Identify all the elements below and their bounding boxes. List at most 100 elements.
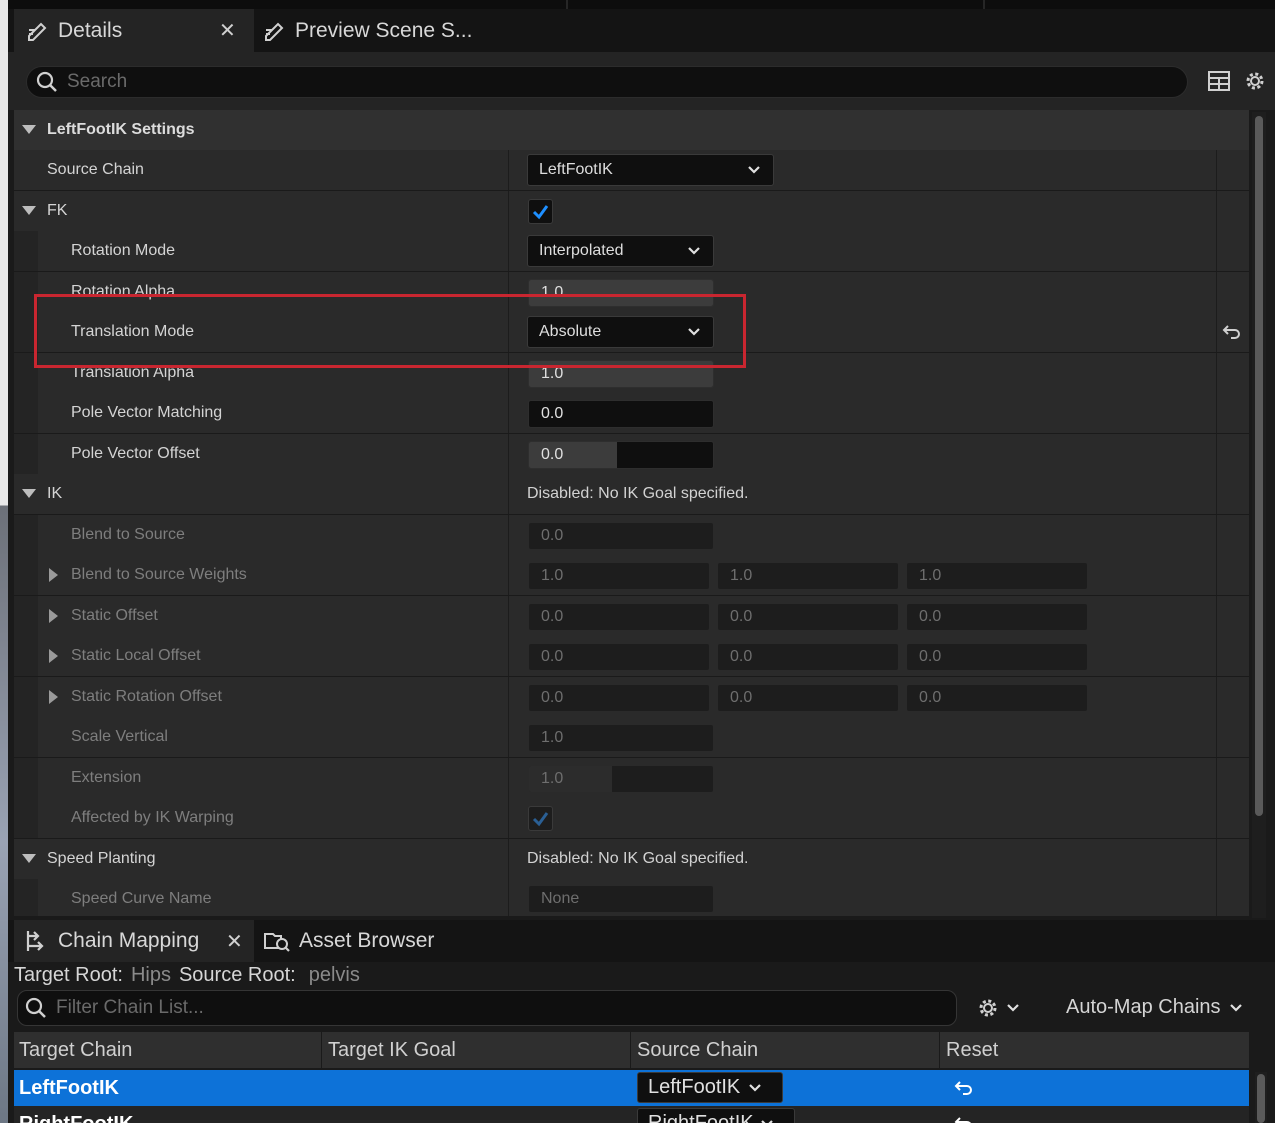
static-local-offset-x-value: 0.0 (541, 648, 564, 665)
static-local-offset-label: Static Local Offset (71, 647, 201, 664)
reset-icon[interactable] (954, 1078, 974, 1098)
static-rotation-offset-z-field[interactable]: 0.0 (906, 684, 1088, 712)
blend-weights-x-field[interactable]: 1.0 (528, 562, 710, 590)
details-search-row: Search (8, 52, 1275, 110)
row-fk[interactable]: FK (14, 191, 1249, 232)
source-chain-combo[interactable]: LeftFootIK (527, 154, 774, 186)
close-icon[interactable]: ✕ (226, 929, 243, 954)
row-rotation-mode: Rotation Mode Interpolated (14, 231, 1249, 272)
tab-preview-scene[interactable]: Preview Scene S... (263, 9, 563, 52)
header-target-chain[interactable]: Target Chain (14, 1032, 322, 1068)
static-offset-z-value: 0.0 (919, 608, 942, 625)
expand-arrow-icon[interactable] (49, 609, 58, 623)
fk-label: FK (47, 202, 68, 219)
speed-curve-name-field[interactable]: None (528, 885, 714, 913)
blend-to-source-label: Blend to Source (71, 526, 185, 543)
collapse-arrow-icon[interactable] (22, 206, 36, 215)
pole-vector-offset-label: Pole Vector Offset (71, 445, 200, 462)
source-chain-label: Source Chain (47, 161, 144, 178)
expand-arrow-icon[interactable] (49, 690, 58, 704)
blend-weights-z-field[interactable]: 1.0 (906, 562, 1088, 590)
chevron-down-icon (760, 1119, 773, 1123)
tab-asset-browser[interactable]: Asset Browser (263, 920, 463, 962)
details-search-input[interactable]: Search (26, 66, 1188, 98)
root-info-bar: Target Root: Hips Source Root: pelvis (14, 962, 1275, 988)
chain-mapping-icon (26, 931, 44, 951)
header-source-chain[interactable]: Source Chain (632, 1032, 940, 1068)
blend-to-source-value: 0.0 (541, 527, 564, 544)
static-rotation-offset-y-field[interactable]: 0.0 (717, 684, 899, 712)
static-local-offset-x-field[interactable]: 0.0 (528, 643, 710, 671)
row-blend-to-source-weights: Blend to Source Weights 1.0 1.0 1.0 (14, 555, 1249, 596)
scrollbar-thumb[interactable] (1255, 116, 1263, 816)
tab-chain-mapping[interactable]: Chain Mapping ✕ (14, 920, 254, 962)
annotation-highlight-box (34, 294, 746, 368)
blend-to-source-weights-label: Blend to Source Weights (71, 566, 247, 583)
affected-by-ik-warping-checkbox[interactable] (528, 806, 553, 831)
table-view-icon[interactable] (1208, 70, 1230, 92)
static-offset-y-field[interactable]: 0.0 (717, 603, 899, 631)
reset-to-default-icon[interactable] (1222, 322, 1242, 342)
row-scale-vertical: Scale Vertical 1.0 (14, 717, 1249, 758)
chevron-down-icon (1007, 1004, 1019, 1012)
reset-icon[interactable] (954, 1114, 974, 1123)
collapse-arrow-icon[interactable] (22, 854, 36, 863)
expand-arrow-icon[interactable] (49, 568, 58, 582)
static-offset-z-field[interactable]: 0.0 (906, 603, 1088, 631)
rotation-mode-combo[interactable]: Interpolated (527, 235, 714, 267)
expand-arrow-icon[interactable] (49, 649, 58, 663)
chevron-down-icon (1229, 1003, 1242, 1012)
pole-vector-offset-slider[interactable]: 0.0 (528, 441, 714, 469)
details-pencil-icon (28, 22, 47, 41)
static-rotation-offset-x-field[interactable]: 0.0 (528, 684, 710, 712)
viewport-edge (0, 0, 8, 1123)
chain-settings-button[interactable] (976, 996, 1020, 1020)
static-offset-y-value: 0.0 (730, 608, 753, 625)
table-row[interactable]: LeftFootIK LeftFootIK (14, 1070, 1249, 1106)
fk-checkbox[interactable] (528, 199, 553, 224)
scrollbar-thumb[interactable] (1257, 1074, 1265, 1123)
auto-map-chains-button[interactable]: Auto-Map Chains (1066, 996, 1243, 1019)
speed-curve-name-label: Speed Curve Name (71, 890, 212, 907)
blend-to-source-field[interactable]: 0.0 (528, 522, 714, 550)
tab-asset-browser-label: Asset Browser (299, 929, 435, 952)
table-scrollbar[interactable] (1255, 1072, 1267, 1123)
scale-vertical-value: 1.0 (541, 729, 564, 746)
table-row[interactable]: RightFootIK RightFootIK (14, 1106, 1249, 1123)
close-icon[interactable]: ✕ (219, 18, 236, 43)
speed-planting-label: Speed Planting (47, 850, 156, 867)
source-chain-dropdown-value: RightFootIK (648, 1112, 754, 1123)
static-local-offset-y-value: 0.0 (730, 648, 753, 665)
extension-slider[interactable]: 1.0 (528, 765, 714, 793)
blend-weights-y-value: 1.0 (730, 567, 753, 584)
filter-chain-input[interactable]: Filter Chain List... (17, 990, 957, 1026)
row-pole-vector-matching: Pole Vector Matching 0.0 (14, 393, 1249, 434)
static-offset-x-field[interactable]: 0.0 (528, 603, 710, 631)
rotation-mode-label: Rotation Mode (71, 242, 176, 259)
chevron-down-icon (748, 166, 760, 174)
checkmark-icon (532, 812, 549, 827)
header-reset[interactable]: Reset (941, 1032, 1249, 1068)
header-target-ik-goal[interactable]: Target IK Goal (323, 1032, 631, 1068)
ik-info-text: Disabled: No IK Goal specified. (527, 485, 749, 502)
static-local-offset-z-field[interactable]: 0.0 (906, 643, 1088, 671)
source-chain-dropdown[interactable]: LeftFootIK (637, 1072, 783, 1103)
row-static-local-offset: Static Local Offset 0.0 0.0 0.0 (14, 636, 1249, 677)
preview-pencil-icon (265, 22, 284, 41)
details-scrollbar[interactable] (1252, 112, 1266, 918)
row-ik[interactable]: IK Disabled: No IK Goal specified. (14, 474, 1249, 515)
static-local-offset-y-field[interactable]: 0.0 (717, 643, 899, 671)
blend-weights-x-value: 1.0 (541, 567, 564, 584)
collapse-arrow-icon[interactable] (22, 125, 36, 134)
pole-vector-matching-slider[interactable]: 0.0 (528, 400, 714, 428)
source-chain-dropdown[interactable]: RightFootIK (637, 1108, 795, 1123)
blend-weights-y-field[interactable]: 1.0 (717, 562, 899, 590)
source-root-label: Source Root: (178, 963, 296, 986)
category-leftfootik-settings[interactable]: LeftFootIK Settings (14, 110, 1249, 151)
tab-details[interactable]: Details ✕ (14, 9, 254, 52)
row-speed-planting[interactable]: Speed Planting Disabled: No IK Goal spec… (14, 839, 1249, 880)
collapse-arrow-icon[interactable] (22, 489, 36, 498)
chain-mapping-tab-bar: Chain Mapping ✕ Asset Browser (8, 920, 1275, 962)
gear-icon[interactable] (1243, 69, 1267, 93)
scale-vertical-field[interactable]: 1.0 (528, 724, 714, 752)
